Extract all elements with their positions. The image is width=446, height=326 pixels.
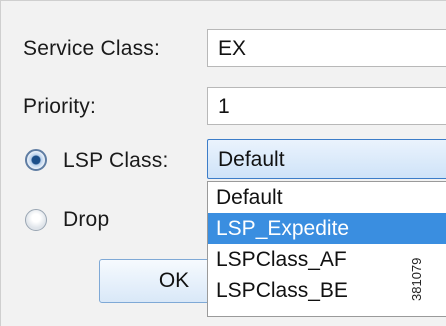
dropdown-option-lsp-expedite[interactable]: LSP_Expedite bbox=[208, 213, 446, 244]
lsp-class-label: LSP Class: bbox=[63, 149, 169, 172]
qos-dialog: Service Class: EX Priority: 1 LSP Class:… bbox=[0, 0, 446, 326]
service-class-field[interactable]: EX bbox=[207, 29, 446, 67]
lsp-class-combobox[interactable]: Default bbox=[207, 139, 446, 179]
figure-id: 381079 bbox=[409, 257, 424, 301]
priority-field[interactable]: 1 bbox=[207, 87, 446, 125]
drop-label: Drop bbox=[63, 208, 110, 231]
dropdown-option-default[interactable]: Default bbox=[208, 182, 446, 213]
drop-radio[interactable] bbox=[25, 209, 47, 231]
service-class-label: Service Class: bbox=[23, 37, 161, 60]
priority-label: Priority: bbox=[23, 95, 96, 118]
lsp-class-radio[interactable] bbox=[25, 149, 47, 171]
